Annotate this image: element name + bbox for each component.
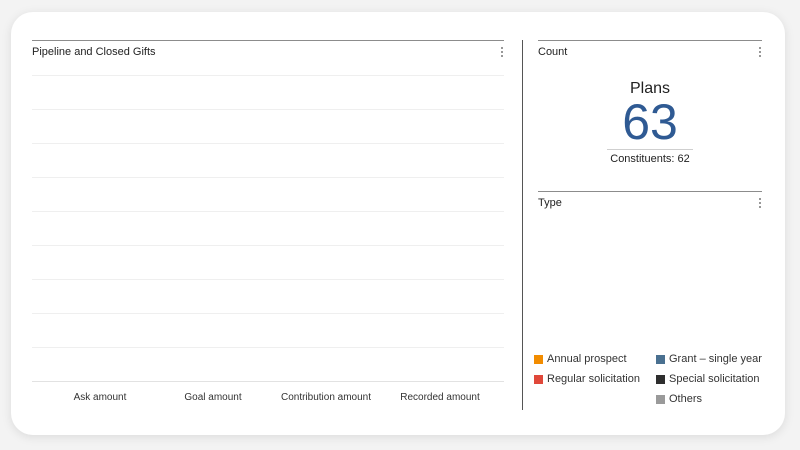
legend-label: Annual prospect [547, 353, 627, 365]
type-title: Type [538, 197, 562, 209]
legend-swatch [656, 394, 665, 404]
gridline [32, 211, 504, 212]
more-options-icon[interactable] [501, 47, 504, 57]
gridline [32, 347, 504, 348]
legend-label: Regular solicitation [547, 373, 640, 385]
gridline [32, 313, 504, 314]
legend-swatch [534, 374, 543, 384]
panel-top-rule [538, 40, 762, 41]
panel-top-rule [32, 40, 504, 41]
legend-label: Others [669, 393, 703, 405]
legend-item[interactable]: Others [656, 393, 702, 405]
gridline [32, 177, 504, 178]
gridline [32, 245, 504, 246]
x-axis-label-recorded: Recorded amount [400, 392, 480, 403]
legend-label: Special solicitation [669, 373, 760, 385]
legend-item[interactable]: Annual prospect [534, 353, 627, 365]
constituents-count: Constituents: 62 [610, 153, 690, 165]
gridline [32, 75, 504, 76]
gridline [32, 143, 504, 144]
legend-item[interactable]: Special solicitation [656, 373, 760, 385]
type-panel: Type Annual prospect Grant – single year… [534, 191, 762, 411]
count-panel: Count Plans 63 Constituents: 62 [538, 40, 762, 180]
legend-item[interactable]: Regular solicitation [534, 373, 640, 385]
legend-label: Grant – single year [669, 353, 762, 365]
more-options-icon[interactable] [759, 198, 762, 208]
more-options-icon[interactable] [759, 47, 762, 57]
panel-divider [522, 40, 523, 410]
x-axis-label-ask: Ask amount [73, 392, 127, 403]
x-axis-label-contribution: Contribution amount [280, 392, 372, 403]
count-title: Count [538, 46, 568, 58]
x-axis-line [32, 381, 504, 382]
legend-swatch [656, 354, 665, 364]
legend-swatch [656, 374, 665, 384]
count-underline [607, 149, 693, 150]
x-axis-label-goal: Goal amount [184, 392, 242, 403]
panel-top-rule [538, 191, 762, 192]
plans-count-value: 63 [622, 94, 678, 150]
gridline [32, 109, 504, 110]
legend-swatch [534, 354, 543, 364]
gridline [32, 279, 504, 280]
pipeline-panel: Pipeline and Closed Gifts Ask amount Goa… [32, 40, 504, 410]
pipeline-title: Pipeline and Closed Gifts [32, 46, 156, 58]
legend-item[interactable]: Grant – single year [656, 353, 762, 365]
